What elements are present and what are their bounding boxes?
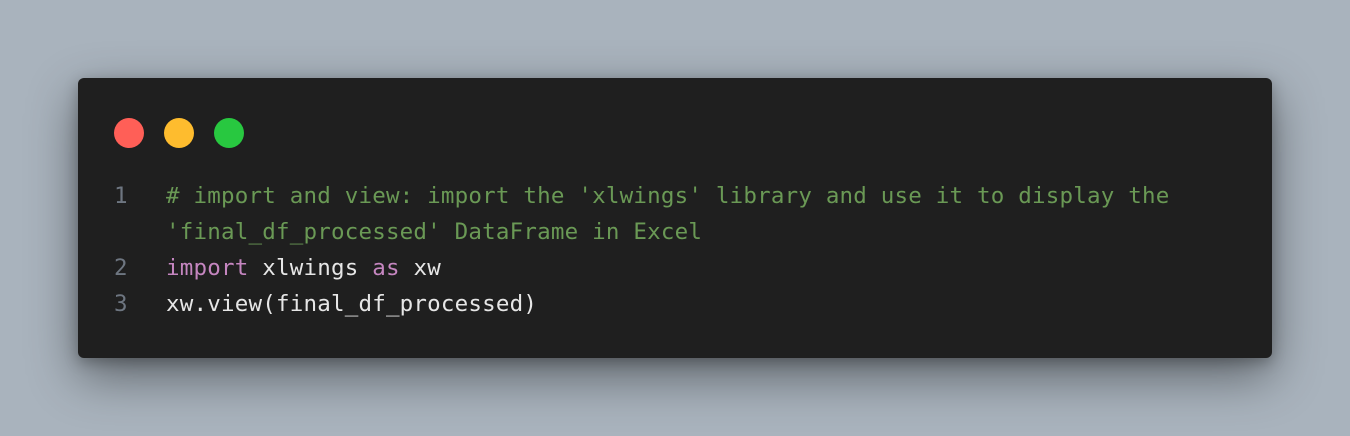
maximize-dot-icon[interactable]	[214, 118, 244, 148]
code-block: 1 # import and view: import the 'xlwings…	[78, 178, 1272, 322]
alias-name: xw	[399, 255, 441, 281]
code-window: 1 # import and view: import the 'xlwings…	[78, 78, 1272, 358]
line-number: 2	[114, 255, 128, 281]
minimize-dot-icon[interactable]	[164, 118, 194, 148]
code-line-2: 2 import xlwings as xw	[78, 250, 1272, 286]
code-line-1: 1 # import and view: import the 'xlwings…	[78, 178, 1272, 250]
line-number: 3	[114, 291, 128, 317]
module-name: xlwings	[248, 255, 373, 281]
line-number: 1	[114, 183, 128, 209]
code-text: import xlwings as xw	[166, 250, 1236, 286]
close-dot-icon[interactable]	[114, 118, 144, 148]
comment-text: # import and view: import the 'xlwings' …	[166, 183, 1184, 245]
keyword-as: as	[372, 255, 400, 281]
code-line-3: 3 xw.view(final_df_processed)	[78, 286, 1272, 322]
code-text: xw.view(final_df_processed)	[166, 291, 538, 317]
keyword-import: import	[166, 255, 249, 281]
